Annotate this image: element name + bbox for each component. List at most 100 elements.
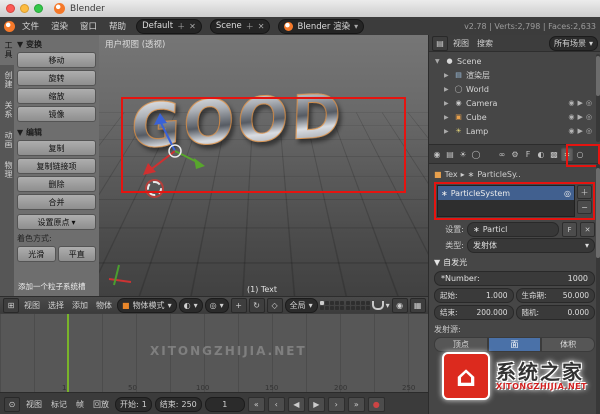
record-button[interactable]: ●	[367, 396, 385, 412]
frame-end-field[interactable]: 结束: 200.000	[434, 305, 514, 320]
shade-smooth-button[interactable]: 光滑	[17, 246, 56, 262]
particle-slot-list[interactable]: ∗ ParticleSystem ◎	[437, 185, 575, 217]
tab-physics[interactable]: 物理	[0, 155, 14, 185]
tab-render[interactable]: ◉	[431, 147, 443, 161]
emit-from-volume-button[interactable]: 体积	[541, 337, 596, 352]
opengl-render-icon[interactable]: ◉	[391, 298, 408, 313]
mode-selector[interactable]: ■ 物体模式 ▾	[117, 298, 177, 313]
particle-type-dropdown[interactable]: 发射体 ▾	[467, 238, 595, 253]
tab-object[interactable]	[483, 147, 495, 161]
render-engine-selector[interactable]: Blender 渲染 ▾	[278, 18, 365, 34]
frame-end-field[interactable]: 结束: 250	[154, 396, 202, 412]
frame-start-field[interactable]: 开始: 1	[115, 396, 152, 412]
particle-slot-row-selected[interactable]: ∗ ParticleSystem ◎	[438, 186, 574, 200]
menu-render[interactable]: 渲染	[46, 20, 73, 32]
snap-dropdown-icon[interactable]: ▾	[386, 301, 390, 310]
view-menu[interactable]: 视图	[21, 300, 43, 311]
outliner-scrollbar[interactable]	[596, 54, 600, 142]
visibility-eye-icon[interactable]: ◉	[568, 113, 574, 121]
properties-scrollbar[interactable]	[596, 164, 600, 414]
manipulator-scale-toggle[interactable]: ◇	[266, 298, 283, 313]
remove-particle-slot-button[interactable]: −	[577, 200, 592, 214]
lifetime-field[interactable]: 生命期: 50.000	[515, 288, 595, 303]
jump-to-start-button[interactable]: «	[247, 396, 265, 412]
selectability-icon[interactable]: ▶	[578, 99, 583, 107]
jump-to-end-button[interactable]: »	[347, 396, 365, 412]
menu-window[interactable]: 窗口	[75, 20, 102, 32]
timeline-track[interactable]: 1 50 100 150 200 250 XITONGZHIJIA.NET	[0, 313, 428, 393]
layers-widget-left[interactable]	[319, 301, 344, 310]
render-toggle-icon[interactable]: ◎	[586, 127, 592, 135]
particle-number-field[interactable]: *Number: 1000	[434, 271, 595, 286]
window-close-button[interactable]	[6, 4, 15, 13]
screen-layout-close-button[interactable]: ✕	[189, 22, 196, 31]
set-origin-dropdown[interactable]: 设置原点 ▾	[17, 214, 96, 230]
timeline-playback-menu[interactable]: 回放	[90, 399, 112, 410]
window-zoom-button[interactable]	[34, 4, 43, 13]
tree-expand-icon[interactable]: ▶	[444, 86, 451, 93]
rotate-button[interactable]: 旋转	[17, 70, 96, 86]
tree-expand-icon[interactable]: ▶	[444, 128, 451, 135]
snap-magnet-icon[interactable]	[371, 301, 384, 310]
tree-expand-icon[interactable]: ▶	[444, 72, 451, 79]
blender-menu-icon[interactable]	[4, 20, 15, 32]
delete-button[interactable]: 删除	[17, 176, 96, 192]
scene-close-button[interactable]: ✕	[258, 22, 265, 31]
render-toggle-icon[interactable]: ◎	[586, 99, 592, 107]
current-frame-field[interactable]: 1	[204, 396, 245, 412]
emit-from-verts-button[interactable]: 顶点	[434, 337, 488, 352]
translate-button[interactable]: 移动	[17, 52, 96, 68]
outliner-row-renderlayers[interactable]: ▶ ▤ 渲染层	[429, 68, 600, 82]
visibility-eye-icon[interactable]: ◉	[568, 127, 574, 135]
timeline-frame-menu[interactable]: 帧	[73, 399, 87, 410]
tree-expand-icon[interactable]: ▼	[435, 58, 442, 65]
tab-render-layers[interactable]: ▤	[444, 147, 456, 161]
screen-layout-selector[interactable]: Default ＋ ✕	[136, 18, 202, 34]
transform-panel-header[interactable]: ▼ 变换	[17, 39, 96, 50]
tab-animation[interactable]: 动画	[0, 125, 14, 155]
manipulator-rotate-toggle[interactable]: ↻	[248, 298, 265, 313]
select-menu[interactable]: 选择	[45, 300, 67, 311]
tab-modifiers[interactable]: ⚙	[509, 147, 521, 161]
duplicate-linked-button[interactable]: 复制链接项	[17, 158, 96, 174]
outliner-search-menu[interactable]: 搜索	[474, 38, 496, 49]
outliner-view-menu[interactable]: 视图	[450, 38, 472, 49]
tab-constraints[interactable]: ∞	[496, 147, 508, 161]
tab-scene[interactable]: ☀	[457, 147, 469, 161]
scene-add-button[interactable]: ＋	[246, 21, 254, 32]
outliner-row-lamp[interactable]: ▶ ☀ Lamp ◉ ▶ ◎	[429, 124, 600, 138]
editor-type-icon[interactable]: ⊞	[3, 298, 19, 313]
outliner-row-scene[interactable]: ▼ ● Scene	[429, 54, 600, 68]
mirror-button[interactable]: 镜像	[17, 106, 96, 122]
timeline-marker-menu[interactable]: 标记	[48, 399, 70, 410]
add-particle-slot-button[interactable]: ＋	[577, 185, 592, 199]
tab-tools[interactable]: 工具	[0, 35, 14, 65]
outliner-row-world[interactable]: ▶ ◯ World	[429, 82, 600, 96]
visibility-eye-icon[interactable]: ◉	[568, 99, 574, 107]
tab-object-data[interactable]: F	[522, 147, 534, 161]
breadcrumb-object[interactable]: Tex	[445, 170, 458, 179]
selectability-icon[interactable]: ▶	[578, 127, 583, 135]
tab-create[interactable]: 创建	[0, 65, 14, 95]
slot-render-toggle-icon[interactable]: ◎	[564, 189, 571, 198]
unlink-settings-button[interactable]: ✕	[580, 222, 595, 237]
tree-expand-icon[interactable]: ▶	[444, 114, 451, 121]
outliner-row-camera[interactable]: ▶ ◉ Camera ◉ ▶ ◎	[429, 96, 600, 110]
particle-settings-field[interactable]: ∗ Particl	[467, 222, 559, 237]
play-reverse-button[interactable]: ◀	[287, 396, 305, 412]
render-toggle-icon[interactable]: ◎	[586, 113, 592, 121]
tree-expand-icon[interactable]: ▶	[444, 100, 451, 107]
timeline-view-menu[interactable]: 视图	[23, 399, 45, 410]
play-button[interactable]: ▶	[307, 396, 325, 412]
tab-relations[interactable]: 关系	[0, 95, 14, 125]
last-operator-panel[interactable]: 添加一个粒子系统槽	[18, 281, 86, 292]
layers-widget-right[interactable]	[345, 301, 370, 310]
emission-panel-header[interactable]: ▼ 自发光	[434, 257, 595, 268]
previous-keyframe-button[interactable]: ‹	[267, 396, 285, 412]
opengl-render-anim-icon[interactable]: ▦	[409, 298, 426, 313]
manipulator-translate-toggle[interactable]: +	[230, 298, 247, 313]
outliner-row-cube[interactable]: ▶ ▣ Cube ◉ ▶ ◎	[429, 110, 600, 124]
fake-user-button[interactable]: F	[562, 222, 577, 237]
orientation-selector[interactable]: 全局 ▾	[284, 298, 318, 313]
edit-panel-header[interactable]: ▼ 编辑	[17, 127, 96, 138]
